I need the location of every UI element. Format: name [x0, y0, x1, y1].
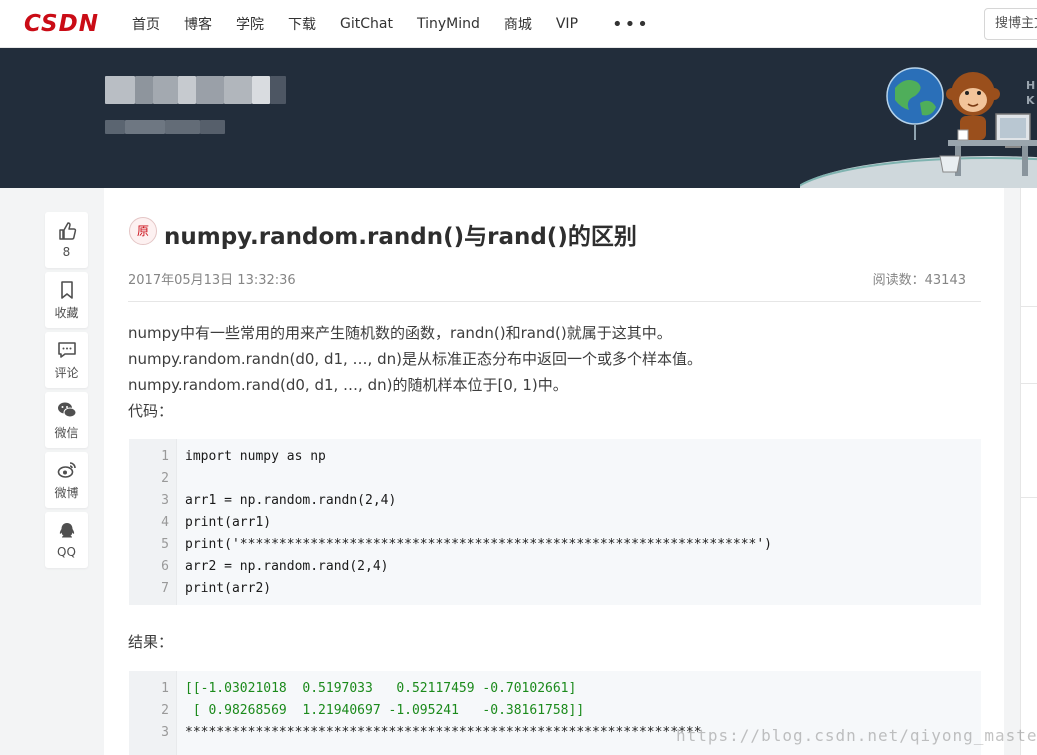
nav-item-download[interactable]: 下载 [288, 14, 316, 34]
nav-item-academy[interactable]: 学院 [236, 14, 264, 34]
bookmark-icon [60, 280, 73, 299]
nav-more-button[interactable]: ••• [612, 14, 650, 35]
right-sidebar-divider [1020, 497, 1037, 498]
code-block-source[interactable]: 1 import numpy as np 2 3 arr1 = np.random.… [129, 439, 981, 605]
qq-label: QQ [57, 545, 76, 559]
like-count: 8 [62, 245, 71, 259]
comment-label: 评论 [54, 365, 79, 380]
nav-item-gitchat[interactable]: GitChat [340, 16, 393, 32]
code-line: 2 [ 0.98268569 1.21940697 -1.095241 -0.3… [161, 703, 585, 718]
wechat-icon [57, 402, 76, 417]
like-button[interactable]: 8 [45, 212, 88, 268]
weibo-icon [57, 461, 76, 478]
search-input[interactable]: 搜博主文章 [984, 8, 1037, 40]
code-line: 2 [161, 471, 169, 486]
weibo-share-button[interactable]: 微博 [45, 452, 88, 508]
weibo-label: 微博 [54, 485, 79, 500]
blog-banner: H K [0, 48, 1037, 188]
code-line: 3 arr1 = np.random.randn(2,4) [161, 493, 397, 508]
qq-icon [59, 523, 74, 538]
intro-paragraph-2: numpy.random.randn(d0, d1, …, dn)是从标准正态分… [128, 350, 702, 368]
banner-side-letters: H K [1026, 79, 1036, 107]
url-watermark: https://blog.csdn.net/qiyong_master [676, 726, 1037, 745]
publish-date: 2017年05月13日 13:32:36 [128, 273, 296, 288]
nav-item-vip[interactable]: VIP [556, 16, 578, 32]
qq-share-button[interactable]: QQ [45, 512, 88, 568]
csdn-logo[interactable]: CSDN [24, 9, 108, 37]
right-sidebar-divider [1020, 306, 1037, 307]
nav-menu: 首页 博客 学院 下载 GitChat TinyMind 商城 VIP ••• [120, 0, 650, 48]
intro-paragraph-1: numpy中有一些常用的用来产生随机数的函数，randn()和rand()就属于… [128, 324, 672, 342]
right-sidebar [1020, 188, 1037, 755]
monkey-globe-illustration [800, 67, 1037, 188]
code-line: 4 print(arr1) [161, 515, 272, 530]
intro-paragraph-3: numpy.random.rand(d0, d1, …, dn)的随机样本位于[… [128, 376, 568, 394]
title-divider [128, 301, 981, 302]
top-nav: CSDN 首页 博客 学院 下载 GitChat TinyMind 商城 VIP… [0, 0, 1037, 48]
wechat-label: 微信 [54, 425, 79, 440]
right-sidebar-divider [1020, 383, 1037, 384]
view-count: 阅读数：43143 [872, 273, 966, 288]
share-toolbar: 8 收藏 评论 微信 微博 QQ [45, 212, 88, 572]
code-label: 代码： [128, 402, 174, 420]
code-line: 1 [[-1.03021018 0.5197033 0.52117459 -0.7… [161, 681, 577, 696]
svg-text:CSDN: CSDN [24, 11, 99, 37]
article-card: 原 numpy.random.randn()与rand()的区别 2017年05… [104, 188, 1004, 755]
code-line: 5 print('********************************… [161, 537, 772, 552]
result-label: 结果： [128, 633, 174, 651]
original-badge: 原 [129, 217, 157, 245]
article-title: numpy.random.randn()与rand()的区别 [164, 224, 637, 250]
thumbs-up-icon [58, 222, 76, 240]
nav-item-mall[interactable]: 商城 [504, 14, 532, 34]
wechat-share-button[interactable]: 微信 [45, 392, 88, 448]
code-line: 7 print(arr2) [161, 581, 272, 596]
nav-item-blog[interactable]: 博客 [184, 14, 212, 34]
code-line: 1 import numpy as np [161, 449, 326, 464]
comment-icon [57, 341, 76, 358]
nav-item-home[interactable]: 首页 [132, 14, 160, 34]
comment-button[interactable]: 评论 [45, 332, 88, 388]
favorite-label: 收藏 [54, 305, 79, 320]
favorite-button[interactable]: 收藏 [45, 272, 88, 328]
nav-item-tinymind[interactable]: TinyMind [417, 16, 480, 32]
code-line: 6 arr2 = np.random.rand(2,4) [161, 559, 389, 574]
